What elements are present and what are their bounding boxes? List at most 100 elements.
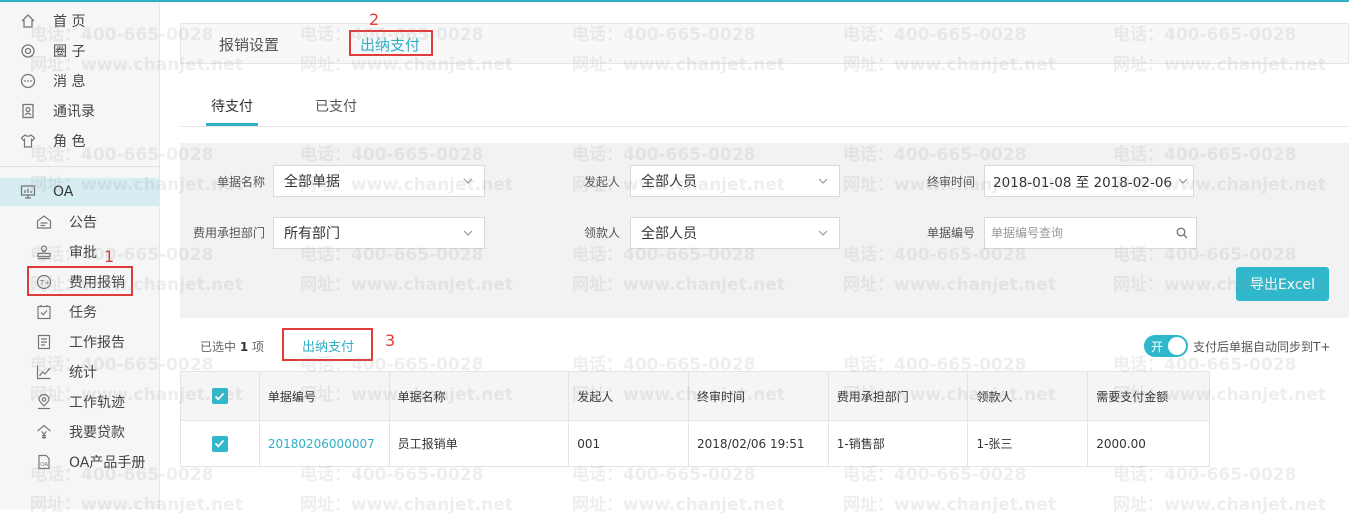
checkmark-icon — [215, 439, 225, 448]
selection-info: 已选中 1 项 — [200, 338, 264, 355]
watermark-site: 网址：www.chanjet.net — [1113, 495, 1326, 515]
chevron-down-icon — [463, 230, 473, 236]
sidebar-item-home[interactable]: 首 页 — [0, 7, 160, 35]
stamp-icon — [34, 242, 54, 262]
payee-label: 领款人 — [583, 226, 620, 240]
selection-suffix: 项 — [252, 340, 265, 354]
sidebar-item-label: 角 色 — [53, 134, 86, 150]
location-pin-icon — [34, 392, 54, 412]
select-all-checkbox[interactable] — [211, 388, 228, 404]
tab-paid[interactable]: 已支付 — [315, 96, 357, 116]
sidebar-item-label: 通讯录 — [53, 104, 95, 120]
column-header-payee[interactable]: 领款人 — [968, 372, 1089, 420]
table-header-row: 单据编号 单据名称 发起人 终审时间 费用承担部门 领款人 需要支付金额 — [181, 372, 1209, 421]
sidebar-item-label: OA — [53, 184, 74, 200]
amount-cell: 2000.00 — [1096, 436, 1146, 451]
home-icon — [18, 11, 38, 31]
chevron-down-icon — [1178, 178, 1188, 184]
svg-text:OA: OA — [40, 462, 48, 468]
column-header-doc-no[interactable]: 单据编号 — [260, 372, 390, 420]
initiator-select[interactable]: 全部人员 — [630, 165, 840, 197]
doc-no-search-field[interactable] — [984, 217, 1197, 249]
annotation-box-cashier-tab — [349, 30, 433, 56]
initiator-label: 发起人 — [583, 175, 620, 189]
payment-status-tabs: 待支付 已支付 — [180, 84, 1349, 127]
chevron-down-icon — [818, 230, 828, 236]
sidebar-item-oa[interactable]: OA — [0, 178, 160, 206]
column-header-dept[interactable]: 费用承担部门 — [829, 372, 969, 420]
sidebar-item-label: 公告 — [69, 215, 97, 231]
sidebar-item-label: 审批 — [69, 245, 97, 261]
header-checkbox-cell — [181, 372, 260, 420]
sidebar-item-label: 消 息 — [53, 74, 86, 90]
auto-sync-label: 支付后单据自动同步到T+ — [1193, 340, 1331, 354]
top-accent-line — [0, 0, 1349, 2]
chevron-down-icon — [463, 178, 473, 184]
selection-count: 1 — [239, 340, 249, 354]
sidebar-item-role[interactable]: 角 色 — [0, 127, 160, 155]
doc-no-search-input[interactable] — [985, 218, 1165, 248]
shirt-icon — [18, 131, 38, 151]
sidebar-item-loan[interactable]: 我要贷款 — [0, 418, 160, 446]
annotation-number-1: 1 — [104, 247, 115, 266]
export-excel-button[interactable]: 导出Excel — [1236, 267, 1329, 301]
final-time-value: 2018-01-08 至 2018-02-06 — [993, 175, 1172, 191]
sidebar-item-notice[interactable]: 公告 — [0, 208, 160, 236]
final-time-range-select[interactable]: 2018-01-08 至 2018-02-06 — [984, 165, 1194, 197]
table-row[interactable]: 20180206000007 员工报销单 001 2018/02/06 19:5… — [181, 421, 1209, 466]
auto-sync-toggle[interactable]: 开 — [1144, 335, 1188, 357]
contacts-icon — [18, 101, 38, 121]
column-header-doc-name[interactable]: 单据名称 — [390, 372, 570, 420]
tab-expense-settings[interactable]: 报销设置 — [219, 34, 279, 55]
annotation-number-3: 3 — [385, 331, 396, 350]
toggle-knob — [1168, 337, 1186, 355]
selection-prefix: 已选中 — [200, 340, 237, 354]
initiator-cell: 001 — [569, 421, 689, 466]
sidebar-item-task[interactable]: 任务 — [0, 298, 160, 326]
row-checkbox[interactable] — [211, 435, 228, 452]
sidebar-item-label: 圈 子 — [53, 44, 86, 60]
sidebar-item-approval[interactable]: 审批 — [0, 238, 160, 266]
active-tab-indicator — [206, 123, 258, 126]
dept-cell: 1-销售部 — [829, 421, 969, 466]
sidebar-item-report[interactable]: 工作报告 — [0, 328, 160, 356]
sidebar-item-label: 任务 — [69, 305, 97, 321]
watermark-site: 网址：www.chanjet.net — [843, 495, 1056, 515]
column-header-amount[interactable]: 需要支付金额 — [1088, 372, 1209, 420]
annotation-number-2: 2 — [369, 10, 380, 29]
dept-select[interactable]: 所有部门 — [273, 217, 485, 249]
doc-no-label: 单据编号 — [926, 226, 975, 240]
search-icon[interactable] — [1176, 227, 1188, 239]
manual-book-icon: OA — [34, 452, 54, 472]
sidebar-divider — [0, 166, 160, 167]
sidebar-item-contacts[interactable]: 通讯录 — [0, 97, 160, 125]
payee-select[interactable]: 全部人员 — [630, 217, 840, 249]
doc-no-link[interactable]: 20180206000007 — [260, 421, 390, 466]
document-icon — [34, 332, 54, 352]
initiator-value: 全部人员 — [641, 174, 697, 190]
column-header-final-time[interactable]: 终审时间 — [689, 372, 829, 420]
sidebar-item-message[interactable]: 消 息 — [0, 67, 160, 95]
checkmark-icon — [215, 392, 225, 401]
chat-bubble-icon — [18, 71, 38, 91]
doc-name-select[interactable]: 全部单据 — [273, 165, 485, 197]
final-time-cell: 2018/02/06 19:51 — [689, 421, 829, 466]
column-header-initiator[interactable]: 发起人 — [569, 372, 689, 420]
dept-label: 费用承担部门 — [192, 226, 265, 240]
circle-icon — [18, 41, 38, 61]
filter-panel: 单据名称 全部单据 发起人 全部人员 终审时间 2018-01-08 至 201… — [180, 143, 1349, 318]
payee-cell: 1-张三 — [968, 421, 1089, 466]
sidebar-item-track[interactable]: 工作轨迹 — [0, 388, 160, 416]
watermark-site: 网址：www.chanjet.net — [572, 495, 785, 515]
annotation-box-pay-button — [282, 328, 373, 361]
sidebar: 首 页 圈 子 消 息 通讯录 角 色 OA 公告 审批 T+ 费用报销 任务 … — [0, 2, 160, 509]
toggle-on-label: 开 — [1151, 340, 1164, 354]
sidebar-item-circle[interactable]: 圈 子 — [0, 37, 160, 65]
sidebar-item-manual[interactable]: OA OA产品手册 — [0, 448, 160, 476]
row-checkbox-cell — [181, 421, 260, 466]
task-check-icon — [34, 302, 54, 322]
monitor-chart-icon — [18, 182, 38, 202]
notice-icon — [34, 212, 54, 232]
sidebar-item-stats[interactable]: 统计 — [0, 358, 160, 386]
tab-pending-payment[interactable]: 待支付 — [211, 96, 253, 116]
